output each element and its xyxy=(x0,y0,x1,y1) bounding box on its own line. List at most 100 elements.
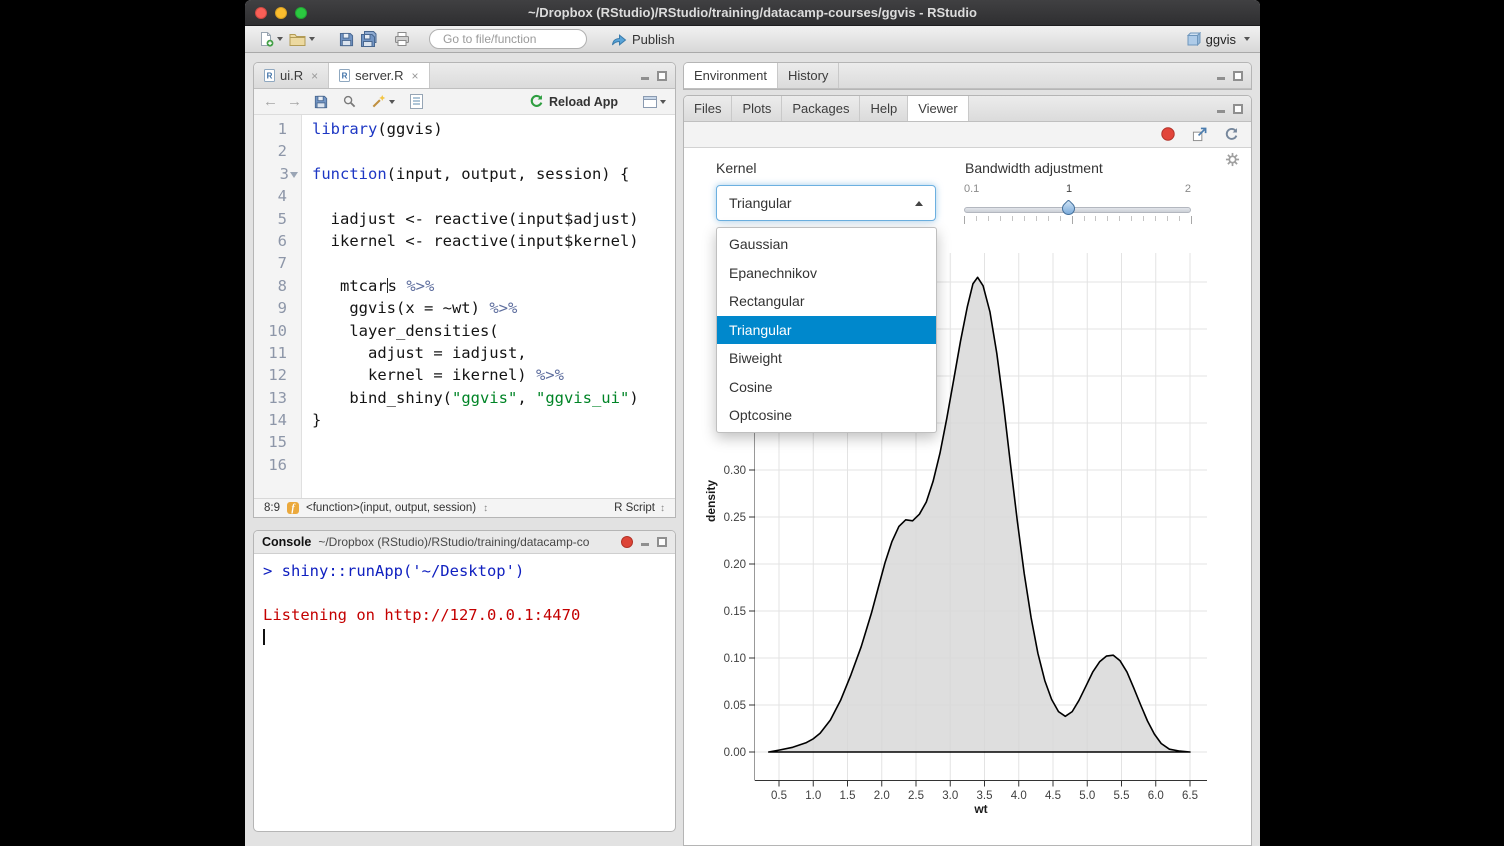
code-line[interactable]: iadjust <- reactive(input$adjust) xyxy=(312,208,675,230)
svg-text:4.0: 4.0 xyxy=(1011,790,1027,802)
code-line[interactable]: mtcars %>% xyxy=(312,275,675,297)
minimize-pane-icon[interactable] xyxy=(640,537,650,547)
kernel-select[interactable]: Triangular xyxy=(716,185,936,221)
kernel-option-rectangular[interactable]: Rectangular xyxy=(717,287,936,316)
stop-execution-icon[interactable] xyxy=(621,536,633,548)
minimize-pane-icon[interactable] xyxy=(1216,104,1226,114)
minimize-pane-icon[interactable] xyxy=(1216,71,1226,81)
kernel-option-cosine[interactable]: Cosine xyxy=(717,373,936,402)
run-app-options-button[interactable] xyxy=(643,96,666,108)
function-context[interactable]: <function>(input, output, session) xyxy=(306,502,476,514)
open-folder-icon xyxy=(289,32,306,46)
svg-text:wt: wt xyxy=(973,802,987,816)
refresh-viewer-button[interactable] xyxy=(1224,127,1239,147)
code-line[interactable]: ggvis(x = ~wt) %>% xyxy=(312,297,675,319)
refresh-icon xyxy=(1224,127,1239,142)
maximize-pane-icon[interactable] xyxy=(1233,71,1243,81)
code-line[interactable]: function(input, output, session) { xyxy=(312,163,675,185)
close-window-button[interactable] xyxy=(255,7,267,19)
r-file-icon: R xyxy=(339,69,350,82)
pane-window-buttons xyxy=(640,537,667,547)
goto-file-search[interactable] xyxy=(429,29,587,49)
save-all-button[interactable] xyxy=(357,28,381,50)
open-in-new-window-button[interactable] xyxy=(1192,127,1207,147)
maximize-pane-icon[interactable] xyxy=(657,71,667,81)
titlebar: ~/Dropbox (RStudio)/RStudio/training/dat… xyxy=(245,0,1260,26)
kernel-option-triangular[interactable]: Triangular xyxy=(717,316,936,345)
open-file-button[interactable] xyxy=(286,28,318,50)
code-line[interactable] xyxy=(312,185,675,207)
desktop-background: ~/Dropbox (RStudio)/RStudio/training/dat… xyxy=(0,0,1504,846)
kernel-option-gaussian[interactable]: Gaussian xyxy=(717,230,936,259)
forward-icon[interactable]: → xyxy=(287,94,302,109)
zoom-window-button[interactable] xyxy=(295,7,307,19)
chevron-down-icon xyxy=(660,100,666,104)
minimize-window-button[interactable] xyxy=(275,7,287,19)
code-line[interactable]: } xyxy=(312,409,675,431)
gear-icon[interactable] xyxy=(1225,152,1240,172)
kernel-option-biweight[interactable]: Biweight xyxy=(717,344,936,373)
code-line[interactable]: adjust = iadjust, xyxy=(312,342,675,364)
slider-handle[interactable] xyxy=(1059,199,1077,217)
kernel-option-optcosine[interactable]: Optcosine xyxy=(717,401,936,430)
tab-server-r[interactable]: R server.R × xyxy=(329,63,429,88)
find-replace-button[interactable] xyxy=(340,91,359,113)
code-line[interactable] xyxy=(312,252,675,274)
save-button[interactable] xyxy=(336,28,357,50)
save-file-button[interactable] xyxy=(311,91,331,113)
traffic-lights xyxy=(255,7,307,19)
reload-app-button[interactable]: Reload App xyxy=(529,94,618,109)
minimize-pane-icon[interactable] xyxy=(640,71,650,81)
maximize-pane-icon[interactable] xyxy=(1233,104,1243,114)
tab-ui-r[interactable]: R ui.R × xyxy=(254,63,329,88)
svg-text:0.00: 0.00 xyxy=(724,747,746,759)
tab-files[interactable]: Files xyxy=(684,96,732,121)
svg-text:0.30: 0.30 xyxy=(724,465,746,477)
maximize-pane-icon[interactable] xyxy=(657,537,667,547)
close-tab-icon[interactable]: × xyxy=(412,69,419,83)
console-output[interactable]: > shiny::runApp('~/Desktop') Listening o… xyxy=(254,554,675,651)
code-line[interactable] xyxy=(312,140,675,162)
slider-track[interactable] xyxy=(964,207,1191,213)
tab-plots[interactable]: Plots xyxy=(732,96,782,121)
code-line[interactable] xyxy=(312,454,675,476)
viewer-toolbar xyxy=(684,122,1251,148)
console-title[interactable]: Console xyxy=(262,535,311,549)
print-button[interactable] xyxy=(391,28,413,50)
main-toolbar: Publish ggvis xyxy=(245,26,1260,53)
project-menu-button[interactable]: ggvis xyxy=(1187,32,1250,47)
svg-text:0.5: 0.5 xyxy=(771,790,787,802)
compile-report-button[interactable] xyxy=(407,91,426,113)
save-all-icon xyxy=(360,31,378,47)
code-line[interactable]: ikernel <- reactive(input$kernel) xyxy=(312,230,675,252)
close-tab-icon[interactable]: × xyxy=(311,69,318,83)
tab-history[interactable]: History xyxy=(778,63,839,88)
goto-file-input[interactable] xyxy=(443,32,598,46)
kernel-option-epanechnikov[interactable]: Epanechnikov xyxy=(717,259,936,288)
tab-environment[interactable]: Environment xyxy=(684,63,778,88)
new-file-button[interactable] xyxy=(255,28,286,50)
tab-packages[interactable]: Packages xyxy=(782,96,860,121)
console-line xyxy=(263,582,666,604)
code-line[interactable]: library(ggvis) xyxy=(312,118,675,140)
tab-viewer[interactable]: Viewer xyxy=(908,96,969,121)
svg-text:R: R xyxy=(342,72,348,81)
tab-help[interactable]: Help xyxy=(860,96,908,121)
chevron-down-icon xyxy=(277,37,283,41)
print-icon xyxy=(394,31,410,47)
code-editor[interactable]: 12345678910111213141516 library(ggvis) f… xyxy=(254,115,675,500)
code-line[interactable]: kernel = ikernel) %>% xyxy=(312,364,675,386)
publish-label: Publish xyxy=(632,32,675,47)
code-line[interactable] xyxy=(312,431,675,453)
updown-icon: ↕ xyxy=(483,503,488,514)
stop-app-button[interactable] xyxy=(1161,127,1175,146)
editor-code[interactable]: library(ggvis) function(input, output, s… xyxy=(302,115,675,500)
back-icon[interactable]: ← xyxy=(263,94,278,109)
publish-button[interactable]: Publish xyxy=(611,32,675,47)
bandwidth-slider[interactable]: 0.1 1 2 xyxy=(964,183,1191,229)
code-tools-button[interactable] xyxy=(368,91,398,113)
code-line[interactable]: layer_densities( xyxy=(312,320,675,342)
code-line[interactable]: bind_shiny("ggvis", "ggvis_ui") xyxy=(312,387,675,409)
file-type-selector[interactable]: R Script ↕ xyxy=(614,502,665,514)
updown-icon: ↕ xyxy=(660,503,665,514)
